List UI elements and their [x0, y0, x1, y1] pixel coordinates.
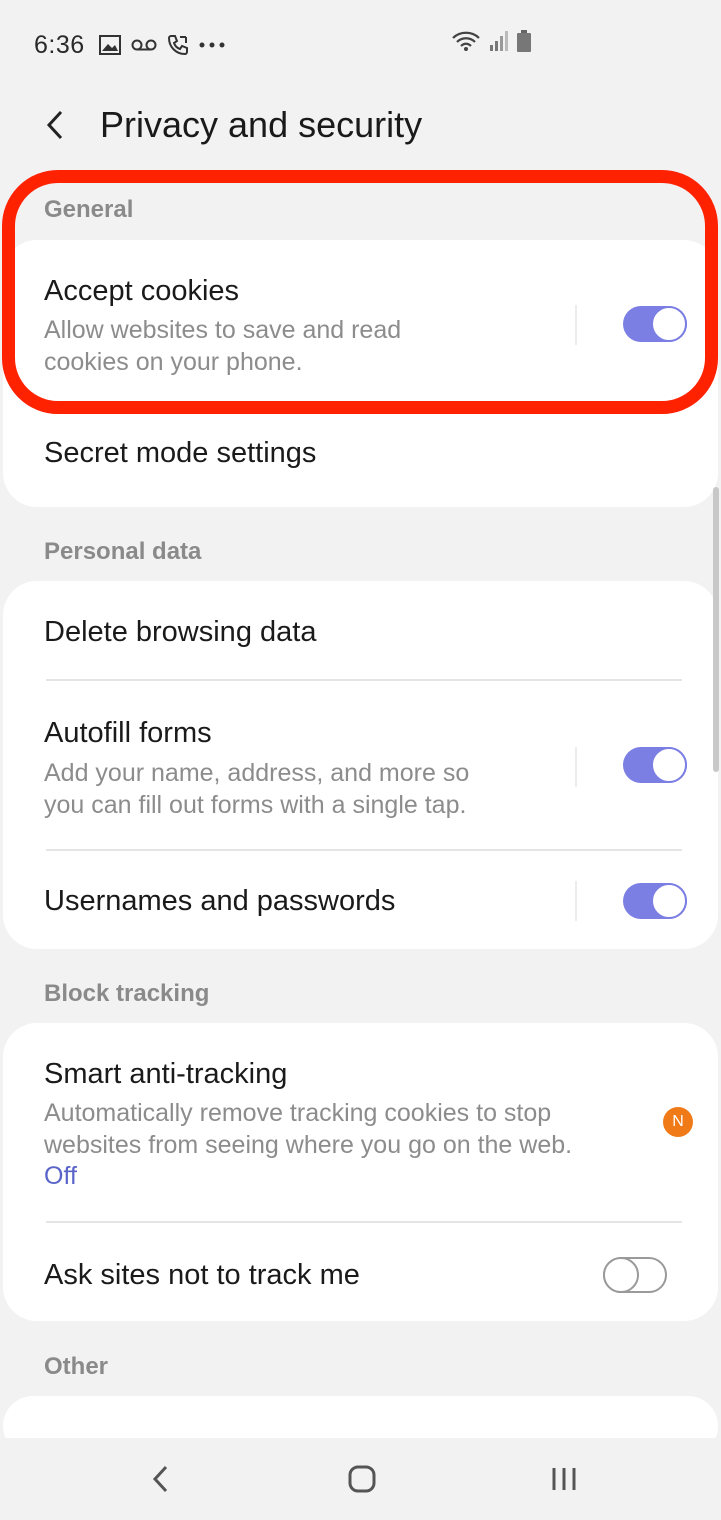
section-header-block-tracking: Block tracking	[44, 980, 210, 1007]
row-ask-sites-not-track[interactable]: Ask sites not to track me	[3, 1223, 718, 1321]
smart-anti-tracking-desc-2: websites from seeing where you go on the…	[44, 1131, 573, 1159]
ask-sites-not-track-toggle[interactable]	[603, 1257, 667, 1293]
row-usernames-passwords[interactable]: Usernames and passwords	[3, 851, 718, 949]
nav-bar	[0, 1438, 721, 1520]
toggle-knob	[651, 747, 687, 783]
toggle-knob	[603, 1257, 639, 1293]
status-time: 6:36	[34, 30, 85, 59]
autofill-toggle[interactable]	[623, 747, 687, 783]
status-bar: 6:36	[0, 0, 721, 90]
section-header-other: Other	[44, 1353, 109, 1380]
status-icons-left	[98, 34, 225, 56]
row-separator	[575, 881, 577, 921]
image-icon	[98, 35, 121, 55]
section-header-general: General	[44, 196, 134, 223]
battery-icon	[517, 30, 531, 52]
delete-browsing-title: Delete browsing data	[44, 616, 317, 648]
nav-back-button[interactable]	[115, 1438, 205, 1520]
autofill-desc-2: you can fill out forms with a single tap…	[44, 791, 467, 819]
autofill-desc-1: Add your name, address, and more so	[44, 759, 470, 787]
nav-home-button[interactable]	[317, 1438, 407, 1520]
accept-cookies-toggle[interactable]	[623, 306, 687, 342]
chevron-left-icon	[46, 110, 63, 140]
new-badge: N	[663, 1107, 693, 1137]
voicemail-icon	[131, 38, 157, 52]
smart-anti-tracking-title: Smart anti-tracking	[44, 1058, 288, 1090]
row-secret-mode[interactable]: Secret mode settings	[3, 430, 718, 507]
secret-mode-title: Secret mode settings	[44, 437, 317, 469]
scrollbar[interactable]	[713, 487, 719, 772]
toggle-knob	[651, 306, 687, 342]
row-separator	[575, 747, 577, 787]
row-delete-browsing[interactable]: Delete browsing data	[3, 581, 718, 681]
accept-cookies-title: Accept cookies	[44, 275, 240, 307]
row-accept-cookies[interactable]: Accept cookies Allow websites to save an…	[3, 240, 718, 410]
usernames-passwords-toggle[interactable]	[623, 883, 687, 919]
row-smart-anti-tracking[interactable]: Smart anti-tracking Automatically remove…	[3, 1023, 718, 1223]
row-separator	[575, 305, 577, 345]
wifi-icon	[451, 30, 481, 52]
smart-anti-tracking-desc-1: Automatically remove tracking cookies to…	[44, 1099, 552, 1127]
smart-anti-tracking-status: Off	[44, 1162, 77, 1190]
ask-sites-not-track-title: Ask sites not to track me	[44, 1259, 360, 1291]
card-general: Accept cookies Allow websites to save an…	[3, 240, 718, 507]
usernames-passwords-title: Usernames and passwords	[44, 885, 396, 917]
nav-back-icon	[152, 1465, 168, 1493]
call-icon	[167, 34, 189, 56]
nav-recents-button[interactable]	[519, 1438, 609, 1520]
autofill-title: Autofill forms	[44, 717, 212, 749]
back-button[interactable]	[30, 100, 80, 150]
card-personal-data: Delete browsing data Autofill forms Add …	[3, 581, 718, 949]
toggle-knob	[651, 883, 687, 919]
nav-recents-icon	[552, 1468, 576, 1490]
accept-cookies-desc-2: cookies on your phone.	[44, 348, 303, 376]
page-title: Privacy and security	[100, 104, 423, 145]
status-icons-right	[451, 30, 531, 52]
nav-home-icon	[348, 1465, 376, 1493]
section-header-personal-data: Personal data	[44, 538, 202, 565]
accept-cookies-desc-1: Allow websites to save and read	[44, 316, 402, 344]
row-autofill[interactable]: Autofill forms Add your name, address, a…	[3, 681, 718, 851]
signal-icon	[489, 30, 509, 52]
card-block-tracking: Smart anti-tracking Automatically remove…	[3, 1023, 718, 1321]
more-icon	[199, 41, 225, 49]
app-header: Privacy and security	[0, 90, 721, 160]
